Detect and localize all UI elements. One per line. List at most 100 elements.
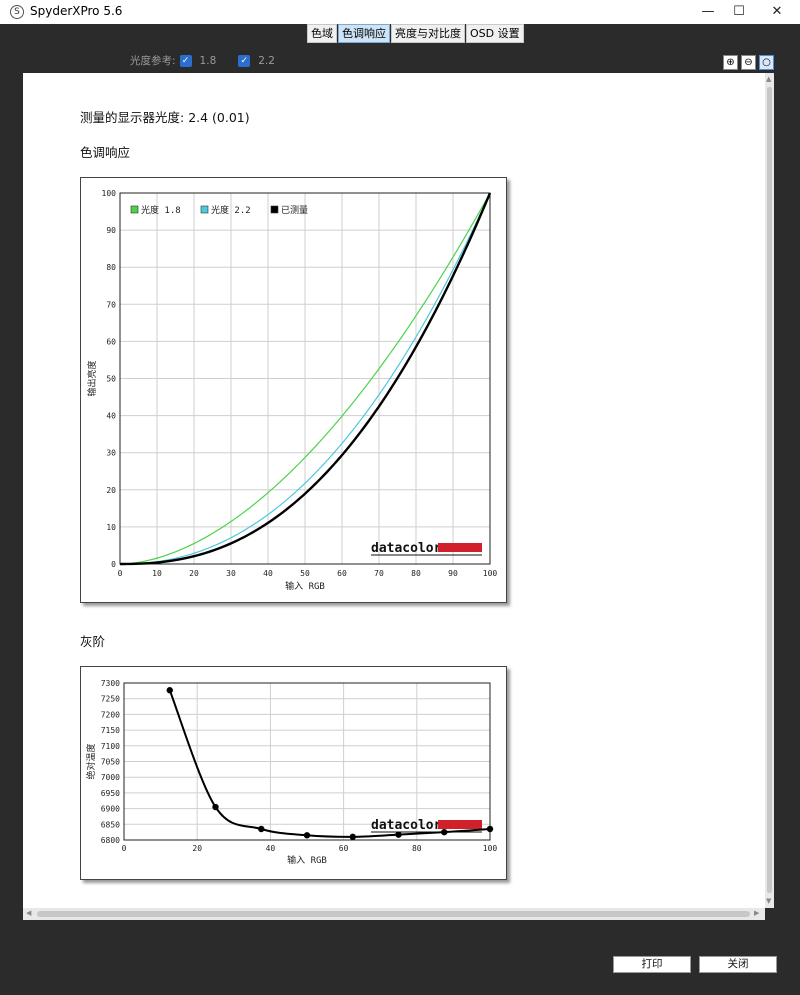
- grayscale-title: 灰阶: [80, 634, 106, 649]
- tone-response-chart: 0 10 20 30 40 50 60 70 80 90 100 0 10 20 30 40 50 60 70 80 9…: [80, 177, 507, 603]
- app-logo-icon: S: [10, 5, 24, 19]
- x-tick-label: 60: [337, 569, 347, 578]
- x-tick-label: 100: [483, 569, 498, 578]
- app-window: S SpyderXPro 5.6 — ☐ ✕ 色域 色调响应 亮度与对比度 OS…: [0, 0, 800, 995]
- grayscale-chart: 0 20 40 60 80 100 6800 6850 6900 6950 7000 7050 7100…: [80, 666, 507, 880]
- maximize-icon[interactable]: ☐: [724, 0, 754, 24]
- y-tick-label: 0: [111, 560, 116, 569]
- tone-response-svg: 0 10 20 30 40 50 60 70 80 90 100 0 10 20 30 40 50 60 70 80 9…: [86, 189, 498, 592]
- x-tick-label: 90: [448, 569, 458, 578]
- vertical-scroll-thumb[interactable]: [767, 87, 772, 893]
- x-tick-label: 0: [122, 844, 127, 853]
- scroll-up-icon[interactable]: ▲: [766, 75, 771, 83]
- y-tick-label: 7300: [101, 679, 120, 688]
- data-point: [486, 825, 494, 833]
- close-window-icon[interactable]: ✕: [762, 0, 792, 24]
- tab-bar: 色域 色调响应 亮度与对比度 OSD 设置: [307, 24, 525, 43]
- scroll-down-icon[interactable]: ▼: [766, 897, 771, 905]
- data-point: [166, 687, 173, 694]
- y-tick-label: 7200: [101, 710, 120, 719]
- y-tick-label: 7250: [101, 695, 120, 704]
- x-axis-label: 输入 RGB: [285, 580, 325, 592]
- legend-swatch: [200, 205, 209, 214]
- measured-gamma-value: 2.4 (0.01): [188, 110, 250, 125]
- datacolor-logo-bar: [438, 820, 482, 829]
- legend-label: 已测量: [281, 205, 308, 216]
- scroll-right-icon[interactable]: ▶: [754, 909, 759, 917]
- measured-gamma-label: 测量的显示器光度:: [80, 110, 185, 125]
- y-tick-label: 50: [106, 375, 116, 384]
- data-point: [303, 832, 311, 839]
- gamma-2-2-label: 2.2: [258, 54, 275, 67]
- gamma-1-8-label: 1.8: [199, 54, 217, 67]
- series-line: [168, 689, 491, 838]
- x-tick-label: 60: [339, 844, 349, 853]
- y-tick-label: 7100: [101, 742, 120, 751]
- x-tick-label: 40: [266, 844, 276, 853]
- tab-osd-settings[interactable]: OSD 设置: [466, 24, 524, 43]
- y-tick-label: 100: [102, 189, 117, 198]
- y-tick-label: 6950: [101, 789, 120, 798]
- gamma-reference-bar: 光度参考: ✓ 1.8 ✓ 2.2: [130, 53, 293, 68]
- x-tick-label: 80: [411, 569, 421, 578]
- footer-bar: 打印 关闭: [0, 938, 800, 995]
- y-tick-label: 6850: [101, 820, 120, 829]
- tone-response-title: 色调响应: [80, 145, 131, 160]
- gamma-1-8-checkbox[interactable]: ✓: [179, 54, 192, 67]
- legend-label: 光度 1.8: [141, 204, 181, 216]
- horizontal-scrollbar[interactable]: ◀ ▶: [23, 908, 765, 920]
- title-bar: S SpyderXPro 5.6 — ☐ ✕: [0, 0, 800, 24]
- y-tick-label: 30: [106, 449, 116, 458]
- report-page: 测量的显示器光度: 2.4 (0.01) 色调响应 0 10 20 30 40 50 60 7…: [23, 73, 765, 908]
- x-tick-label: 30: [226, 569, 236, 578]
- legend-label: 光度 2.2: [211, 204, 251, 216]
- y-tick-label: 7150: [101, 726, 120, 735]
- x-tick-label: 40: [263, 569, 273, 578]
- data-point: [349, 833, 356, 841]
- y-tick-label: 90: [106, 226, 116, 235]
- tab-brightness-contrast[interactable]: 亮度与对比度: [391, 24, 465, 43]
- datacolor-logo-text: datacolor: [371, 541, 442, 556]
- x-tick-label: 20: [192, 844, 202, 853]
- datacolor-logo-bar: [438, 543, 482, 552]
- tab-gamut[interactable]: 色域: [307, 24, 337, 43]
- x-tick-label: 50: [300, 569, 310, 578]
- window-title: SpyderXPro 5.6: [30, 4, 123, 18]
- vertical-scrollbar[interactable]: ▲ ▼: [765, 73, 774, 908]
- close-button[interactable]: 关闭: [699, 956, 777, 973]
- minimize-icon[interactable]: —: [693, 0, 723, 24]
- data-point: [258, 825, 265, 833]
- data-point: [395, 831, 402, 838]
- gamma-reference-label: 光度参考:: [130, 55, 176, 67]
- data-point: [212, 803, 219, 811]
- x-tick-label: 10: [152, 569, 162, 578]
- data-point: [441, 828, 448, 836]
- datacolor-logo-text: datacolor: [371, 818, 442, 833]
- y-tick-label: 70: [106, 300, 116, 309]
- y-axis-label: 输出亮度: [86, 360, 98, 396]
- y-tick-label: 10: [106, 523, 116, 532]
- y-tick-label: 40: [106, 412, 116, 421]
- y-axis-label: 绝对温度: [85, 743, 97, 779]
- zoom-in-icon[interactable]: ⊕: [723, 55, 738, 70]
- tab-tone-response[interactable]: 色调响应: [338, 24, 390, 43]
- grayscale-svg: 0 20 40 60 80 100 6800 6850 6900 6950 7000 7050 7100…: [85, 679, 498, 866]
- y-tick-label: 20: [106, 486, 116, 495]
- legend-swatch: [270, 205, 279, 214]
- gamma-2-2-checkbox[interactable]: ✓: [238, 54, 251, 67]
- legend-swatch: [130, 205, 139, 214]
- zoom-fit-icon[interactable]: ○: [759, 55, 774, 70]
- y-tick-label: 7000: [101, 773, 120, 782]
- y-tick-label: 6800: [101, 836, 120, 845]
- horizontal-scroll-thumb[interactable]: [37, 911, 750, 917]
- print-button[interactable]: 打印: [613, 956, 691, 973]
- y-tick-label: 60: [106, 337, 116, 346]
- y-tick-label: 6900: [101, 805, 120, 814]
- y-tick-label: 80: [106, 263, 116, 272]
- x-tick-label: 100: [483, 844, 498, 853]
- x-tick-label: 70: [374, 569, 384, 578]
- zoom-out-icon[interactable]: ⊖: [741, 55, 756, 70]
- y-tick-label: 7050: [101, 758, 120, 767]
- scroll-left-icon[interactable]: ◀: [26, 909, 31, 917]
- x-axis-label: 输入 RGB: [287, 854, 327, 866]
